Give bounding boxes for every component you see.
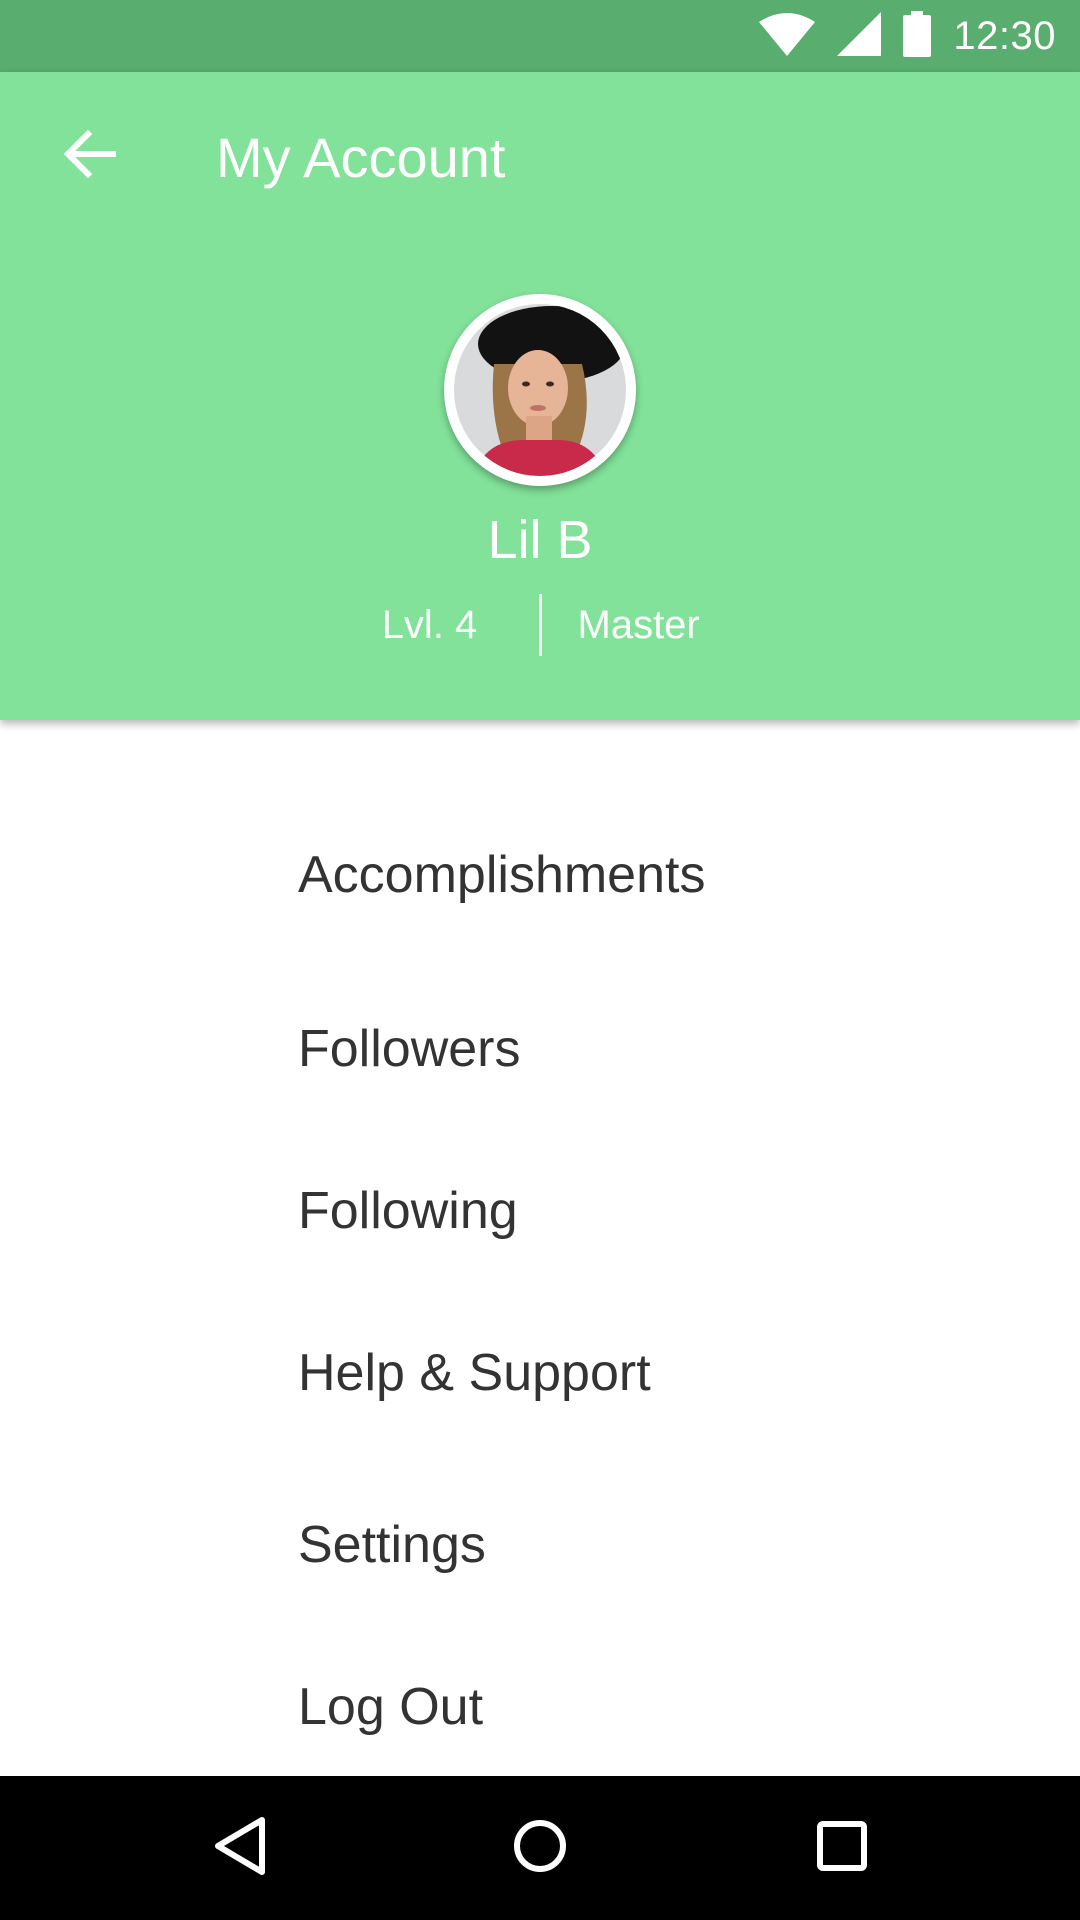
menu-item-label: Settings xyxy=(298,1516,486,1574)
back-triangle-icon xyxy=(210,1814,270,1883)
menu-item-log-out[interactable]: Log Out xyxy=(0,1642,1080,1772)
menu-item-label: Following xyxy=(298,1182,518,1240)
menu-item-label: Accomplishments xyxy=(298,846,706,904)
status-icons: 12:30 xyxy=(759,0,1056,72)
menu-item-label: Help & Support xyxy=(298,1344,651,1402)
menu-item-label: Followers xyxy=(298,1020,521,1078)
status-time: 12:30 xyxy=(953,13,1056,58)
status-bar: 12:30 xyxy=(0,0,1080,72)
menu-item-followers[interactable]: Followers xyxy=(0,984,1080,1114)
menu-item-label: Log Out xyxy=(298,1678,484,1736)
account-header: My Account Lil B Lvl. 4 Master xyxy=(0,72,1080,720)
nav-back-button[interactable] xyxy=(204,1812,276,1884)
menu-item-settings[interactable]: Settings xyxy=(0,1480,1080,1610)
navigation-bar xyxy=(0,1776,1080,1920)
user-rank: Master xyxy=(577,603,700,647)
screen: 12:30 My Account Lil B Lvl. 4 Master Acc… xyxy=(0,0,1080,1920)
cellular-signal-icon xyxy=(837,11,882,61)
meta-divider xyxy=(538,594,542,656)
nav-recents-button[interactable] xyxy=(806,1812,878,1884)
avatar-photo xyxy=(454,304,626,476)
menu-item-following[interactable]: Following xyxy=(0,1146,1080,1276)
nav-home-button[interactable] xyxy=(504,1812,576,1884)
menu-item-accomplishments[interactable]: Accomplishments xyxy=(0,810,1080,940)
page-title: My Account xyxy=(216,126,506,189)
arrow-left-icon xyxy=(63,129,117,183)
user-meta: Lvl. 4 Master xyxy=(0,594,1080,656)
avatar[interactable] xyxy=(444,294,636,486)
recents-square-icon xyxy=(816,1820,868,1877)
user-name: Lil B xyxy=(487,510,593,570)
battery-icon xyxy=(903,10,932,62)
back-button[interactable] xyxy=(48,114,132,198)
home-circle-icon xyxy=(512,1818,568,1879)
menu-item-help-support[interactable]: Help & Support xyxy=(0,1308,1080,1438)
account-menu: Accomplishments Followers Following Help… xyxy=(0,720,1080,1776)
user-level: Lvl. 4 xyxy=(381,603,478,647)
wifi-icon xyxy=(759,12,816,61)
